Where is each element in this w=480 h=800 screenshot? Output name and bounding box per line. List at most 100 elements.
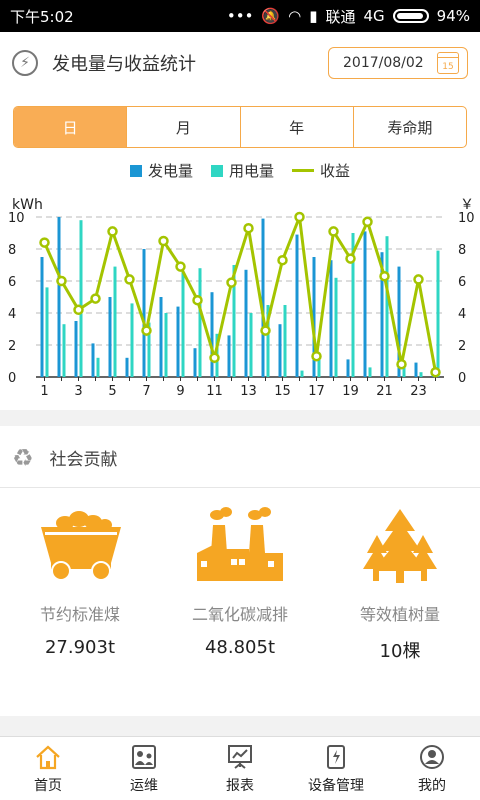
bar-generation [193,348,197,377]
x-tick-label: 11 [206,384,223,399]
bar-generation [40,257,44,377]
stat-trees-value: 10棵 [379,641,421,662]
bar-generation [363,231,367,377]
stat-trees: 等效植树量 10棵 [320,505,480,665]
bar-consumption [419,372,423,377]
bar-consumption [368,367,372,377]
point-income [396,358,407,370]
section-divider [0,410,480,426]
x-tick-label: 3 [74,384,82,399]
point-income [226,277,237,288]
tabbar-item-home[interactable]: 首页 [0,737,96,800]
page-header: ⚡ 发电量与收益统计 2017/08/02 15 [0,32,480,94]
point-income [56,275,67,287]
page-title: 发电量与收益统计 [52,54,196,75]
tabbar-item-maintenance[interactable]: 运维 [96,737,192,800]
bar-generation [176,306,180,377]
bar-generation [244,269,248,377]
tabbar-label-report: 报表 [226,777,254,794]
bottom-tab-bar: 首页 运维 报表 设备管理 我的 [0,736,480,800]
bar-generation [210,292,214,377]
point-income [175,261,186,272]
date-picker-button[interactable]: 2017/08/02 15 [328,47,468,79]
tab-month[interactable]: 月 [126,107,239,147]
point-income [362,216,373,228]
legend-item-income[interactable]: 收益 [292,160,350,181]
stat-coal-value: 27.903t [44,637,116,658]
tabbar-label-home: 首页 [34,777,62,794]
y-tick-right: 8 [458,243,466,258]
legend-swatch-generation [129,164,142,177]
bar-consumption [62,324,66,377]
stat-co2: 二氧化碳减排 48.805t [160,505,320,665]
x-tick-label: 21 [376,384,393,399]
legend-swatch-income [292,169,314,172]
bar-generation [346,359,350,377]
tabbar-label-device: 设备管理 [308,777,364,794]
tab-day[interactable]: 日 [14,107,127,147]
legend-label-consumption: 用电量 [228,162,274,180]
bar-generation [142,249,146,377]
y-tick-right: 4 [458,307,466,322]
mute-icon: 🔕 [261,7,281,25]
y-tick-right: 10 [458,211,475,226]
point-income [209,352,220,364]
tabbar-label-maintenance: 运维 [130,777,158,794]
x-tick-label: 9 [176,384,184,399]
legend-item-consumption[interactable]: 用电量 [210,160,274,181]
legend-item-generation[interactable]: 发电量 [129,160,193,181]
point-income [192,294,203,306]
tabbar-item-report[interactable]: 报表 [192,737,288,800]
bar-generation [108,297,112,377]
tabbar-label-profile: 我的 [418,777,446,794]
bar-consumption [79,220,83,377]
point-income [243,222,254,234]
network-type: 4G [363,7,385,25]
y-tick-left: 4 [8,307,16,322]
coal-cart-icon [41,511,121,581]
bar-consumption [113,266,117,377]
tabbar-item-profile[interactable]: 我的 [384,737,480,800]
device-icon [327,744,345,769]
bar-generation [295,234,299,377]
period-tabs: 日 月 年 寿命期 [13,106,467,148]
point-income [379,270,390,282]
tabbar-item-device[interactable]: 设备管理 [288,737,384,800]
tab-year[interactable]: 年 [239,107,353,147]
line-income [43,216,437,373]
y-tick-right: 2 [458,339,466,354]
y-tick-left: 6 [8,275,16,290]
point-income [345,253,356,264]
point-income [311,350,322,362]
y-tick-left: 2 [8,339,16,354]
bar-consumption [198,268,202,377]
bar-consumption [300,370,304,377]
point-income [39,237,50,248]
social-stats: 节约标准煤 27.903t 二氧化碳减排 48.805t 等效植树量 10棵 [0,505,480,665]
status-bar: 下午5:02 ••• 🔕 ◠ ▮ 联通 4G 94% [0,0,480,32]
y-tick-left: 8 [8,243,16,258]
point-income [413,274,424,285]
home-icon [36,745,60,769]
bar-consumption [164,313,168,377]
legend-swatch-consumption [210,164,223,177]
bar-generation [414,362,418,377]
battery-icon [392,9,429,23]
signal-icon: ▮ [309,7,318,25]
bar-consumption [385,236,389,377]
bar-generation [159,297,163,377]
calendar-icon: 15 [437,52,459,74]
bar-consumption [96,357,100,377]
carrier: 联通 [325,7,356,26]
x-tick-label: 7 [142,384,150,399]
social-contribution-header: ♻ 社会贡献 [0,428,480,488]
point-income [328,226,339,237]
tab-lifetime[interactable]: 寿命期 [352,107,466,147]
x-tick-label: 13 [240,384,257,399]
point-income [107,226,118,237]
x-tick-label: 1 [40,384,48,399]
bar-generation [227,335,231,377]
bottom-divider [0,716,480,736]
factory-icon [197,507,283,581]
point-income [141,325,152,336]
